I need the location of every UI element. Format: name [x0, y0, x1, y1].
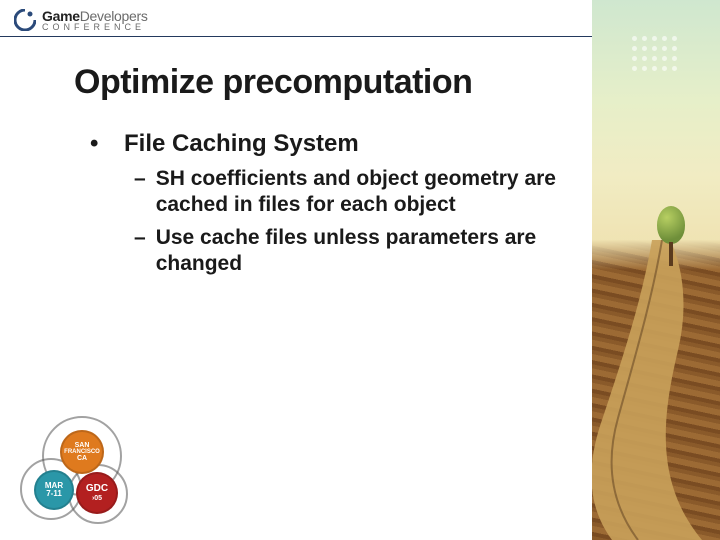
- bullet-marker: •: [90, 130, 110, 158]
- badge-text: GDC: [86, 484, 108, 494]
- sub-bullet-text: Use cache files unless parameters are ch…: [156, 225, 570, 278]
- tree-icon: [656, 206, 686, 266]
- sub-bullet-item: – Use cache files unless parameters are …: [90, 225, 570, 278]
- badge-event: GDC ›05: [76, 472, 118, 514]
- badge-dates: MAR 7-11: [34, 470, 74, 510]
- bullet-item: • File Caching System: [90, 130, 570, 158]
- decorative-landscape: [592, 0, 720, 540]
- brand-word-conference: Conference: [42, 22, 148, 32]
- badge-location: SAN FRANCISCO CA: [60, 430, 104, 474]
- badge-text: SAN: [75, 442, 90, 449]
- badge-text: ›05: [92, 495, 102, 502]
- badge-text: CA: [77, 455, 87, 462]
- dash-marker: –: [134, 225, 146, 278]
- badge-text: 7-11: [46, 490, 62, 498]
- brand-logo-icon: [14, 9, 36, 31]
- bullet-text: File Caching System: [124, 130, 359, 158]
- sub-bullet-text: SH coefficients and object geometry are …: [156, 166, 570, 219]
- brand-text: GameDevelopers Conference: [42, 8, 148, 32]
- dash-marker: –: [134, 166, 146, 219]
- sub-bullet-item: – SH coefficients and object geometry ar…: [90, 166, 570, 219]
- event-badges: SAN FRANCISCO CA MAR 7-11 GDC ›05: [18, 418, 138, 528]
